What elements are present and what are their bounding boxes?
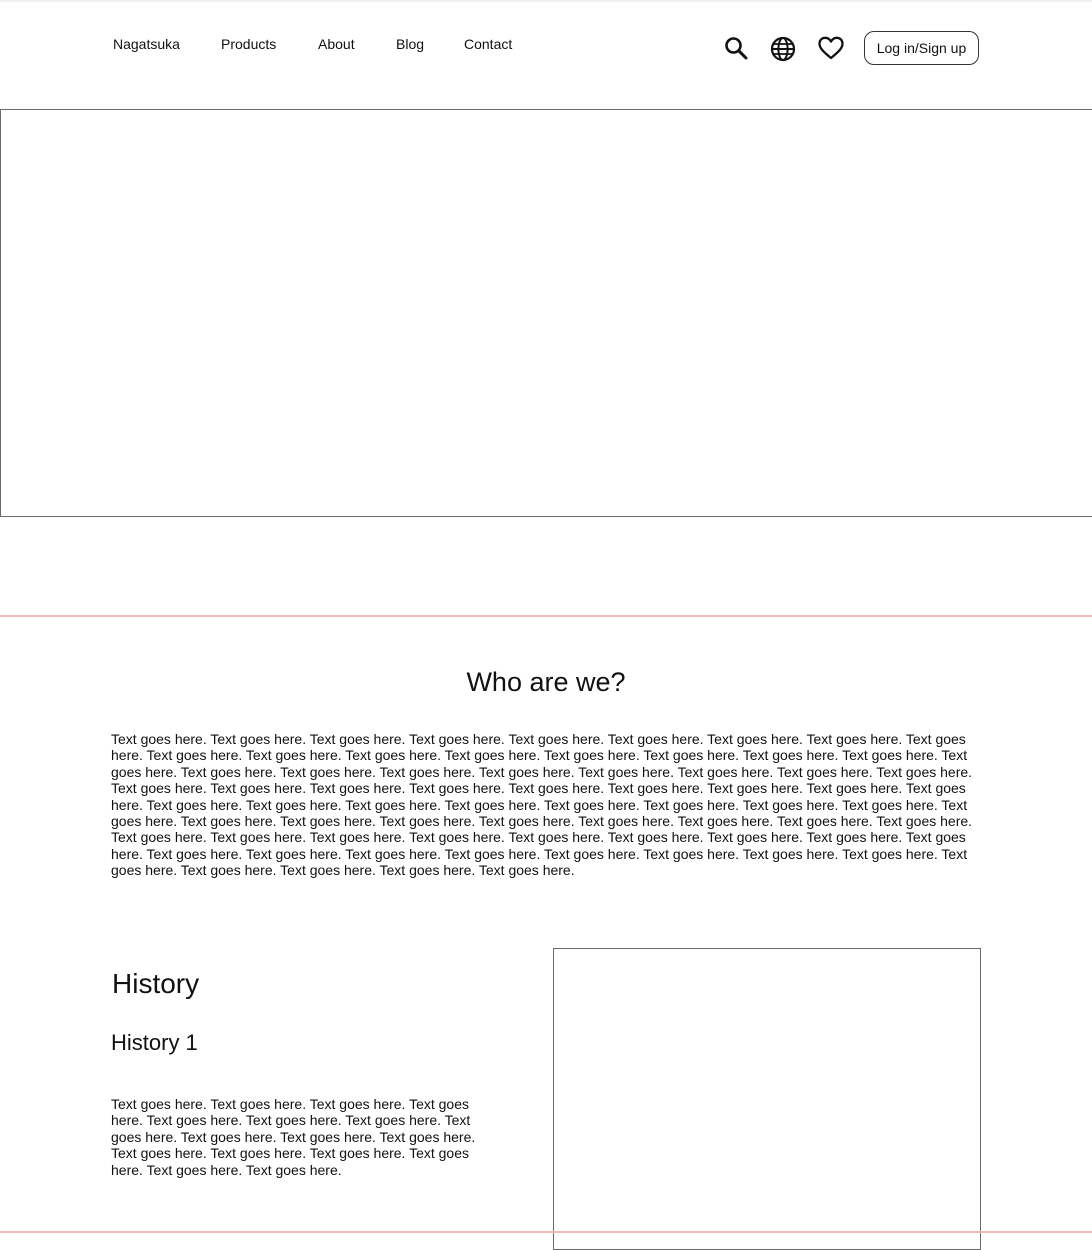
- search-icon[interactable]: [722, 34, 750, 62]
- globe-icon[interactable]: [769, 34, 797, 62]
- nav-link-blog[interactable]: Blog: [396, 35, 424, 53]
- nav-link-home[interactable]: Nagatsuka: [113, 35, 180, 53]
- history-body-text: Text goes here. Text goes here. Text goe…: [111, 1096, 476, 1178]
- section-divider: [0, 615, 1092, 617]
- history-subtitle: History 1: [111, 1030, 198, 1055]
- login-signup-button[interactable]: Log in/Sign up: [864, 31, 979, 65]
- nav-link-products[interactable]: Products: [221, 35, 276, 53]
- hero-image-placeholder: [0, 109, 1092, 517]
- section-divider-bottom: [0, 1231, 1092, 1233]
- history-image-placeholder: [553, 948, 981, 1250]
- nav-link-about[interactable]: About: [318, 35, 355, 53]
- nav-link-contact[interactable]: Contact: [464, 35, 512, 53]
- about-body-text: Text goes here. Text goes here. Text goe…: [111, 731, 973, 879]
- history-title: History: [112, 968, 200, 999]
- about-title: Who are we?: [466, 667, 626, 697]
- heart-icon[interactable]: [817, 34, 845, 62]
- top-navigation: Nagatsuka Products About Blog Contact Lo…: [0, 0, 1092, 96]
